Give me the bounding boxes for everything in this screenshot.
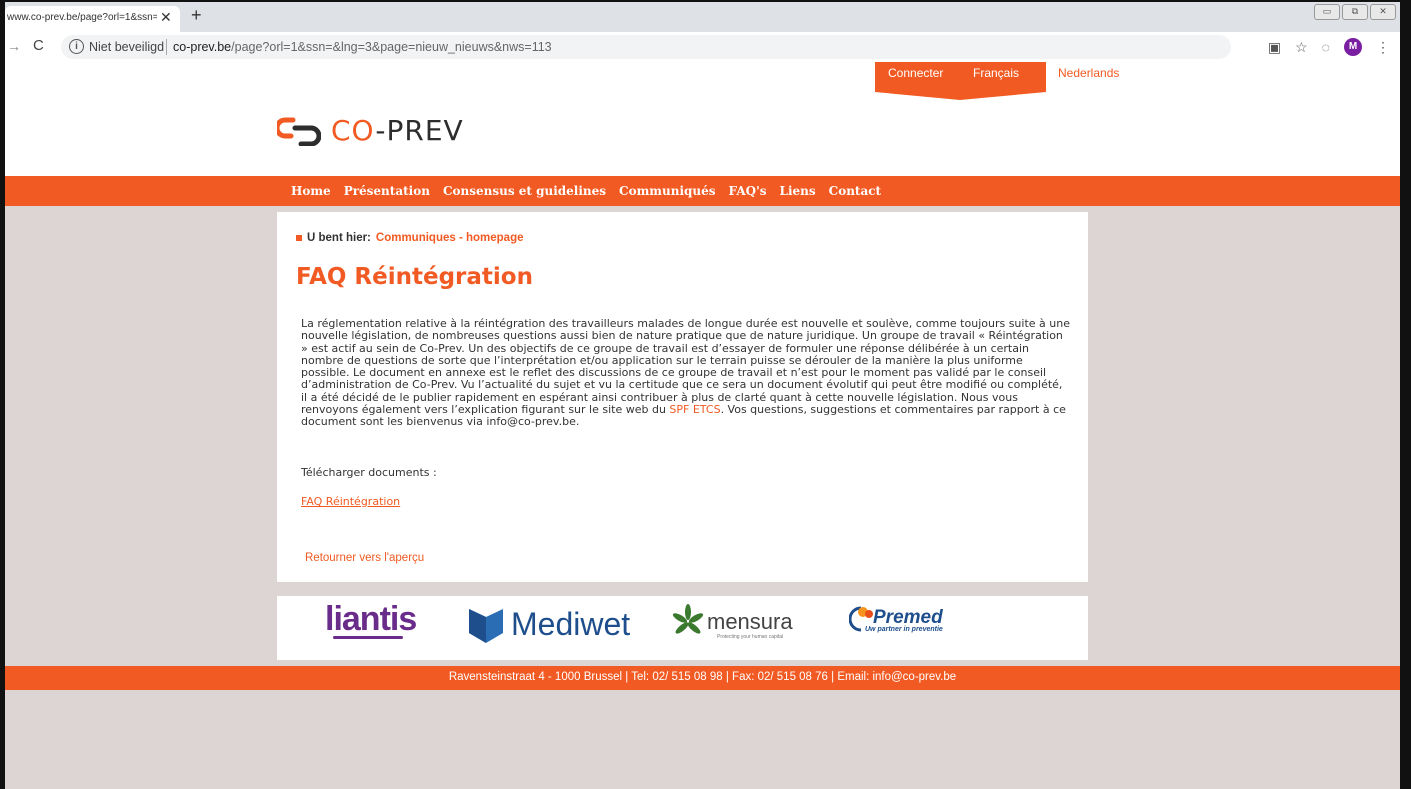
premed-tagline: Uw partner in preventie [865, 626, 943, 633]
forward-icon[interactable]: → [7, 38, 21, 54]
logo-prefix: CO [331, 114, 376, 147]
extension-icon[interactable]: ◌ [1322, 39, 1330, 55]
lang-fr-link[interactable]: Français [973, 66, 1019, 80]
mediwet-text: Mediwet [511, 606, 631, 642]
download-label: Télécharger documents : [301, 466, 437, 479]
main-nav: Home Présentation Consensus et guideline… [5, 176, 1400, 206]
url-text[interactable]: co-prev.be/page?orl=1&ssn=&lng=3&page=ni… [173, 40, 552, 54]
mediwet-logo[interactable]: Mediwet [469, 606, 630, 643]
mensura-leaf-icon [672, 604, 704, 634]
site-footer: Ravensteinstraat 4 - 1000 Brussel | Tel:… [5, 666, 1400, 690]
new-tab-icon[interactable]: + [191, 5, 202, 26]
language-tab-notch [875, 92, 1046, 100]
nav-presentation[interactable]: Présentation [344, 184, 430, 198]
security-label[interactable]: Niet beveiligd [89, 40, 164, 54]
info-icon[interactable]: i [69, 39, 84, 54]
liantis-logo[interactable]: liantis [325, 600, 417, 639]
window-frame-right [1400, 0, 1411, 789]
address-bar[interactable]: i Niet beveiligd co-prev.be/page?orl=1&s… [61, 35, 1231, 59]
profile-avatar[interactable]: M [1344, 38, 1362, 56]
paragraph-text-1: La réglementation relative à la réintégr… [301, 317, 1070, 417]
nav-contact[interactable]: Contact [829, 184, 881, 198]
menu-dots-icon[interactable]: ⋮ [1376, 39, 1390, 56]
browser-tab-bar: www.co-prev.be/page?orl=1&ssn= ✕ + ▭ ⧉ ✕ [5, 2, 1400, 32]
url-domain: co-prev.be [173, 40, 232, 54]
nav-home[interactable]: Home [291, 184, 331, 198]
window-controls: ▭ ⧉ ✕ [1314, 4, 1396, 20]
logo-suffix: -PREV [375, 114, 464, 147]
partners-strip: liantis Mediwet mensura Protecting your [277, 596, 1088, 660]
tab-title: www.co-prev.be/page?orl=1&ssn= [7, 12, 157, 23]
back-to-overview-link[interactable]: Retourner vers l'aperçu [305, 552, 424, 564]
logo-link-icon [277, 117, 321, 146]
connect-link[interactable]: Connecter [888, 66, 943, 80]
minimize-icon[interactable]: ▭ [1314, 4, 1340, 20]
nav-items: Home Présentation Consensus et guideline… [291, 184, 881, 198]
web-page: Connecter Français Nederlands CO-PREV Ho… [5, 62, 1400, 789]
page-title: FAQ Réintégration [296, 264, 533, 290]
content-panel: U bent hier: Communiques - homepage FAQ R… [277, 212, 1088, 582]
toolbar-icons: ▣ ☆ ◌ M ⋮ [1268, 38, 1390, 56]
nav-faqs[interactable]: FAQ's [729, 184, 767, 198]
bookmark-star-icon[interactable]: ☆ [1295, 39, 1308, 56]
logo-text: CO-PREV [331, 114, 464, 147]
mensura-text: mensura [707, 609, 793, 634]
site-header: Connecter Français Nederlands CO-PREV [5, 62, 1400, 176]
mediwet-shield-icon [469, 608, 503, 643]
nav-communiques[interactable]: Communiqués [619, 184, 715, 198]
liantis-underline [333, 636, 403, 639]
download-faq-link[interactable]: FAQ Réintégration [301, 495, 400, 508]
restore-icon[interactable]: ⧉ [1342, 4, 1368, 20]
breadcrumb-label: U bent hier: [307, 232, 371, 244]
footer-contact-text: Ravensteinstraat 4 - 1000 Brussel | Tel:… [448, 671, 957, 683]
breadcrumb: U bent hier: Communiques - homepage [296, 232, 524, 244]
close-window-icon[interactable]: ✕ [1370, 4, 1396, 20]
lang-nl-link[interactable]: Nederlands [1058, 66, 1119, 80]
mensura-tagline: Protecting your human capital [717, 634, 784, 640]
browser-tab[interactable]: www.co-prev.be/page?orl=1&ssn= ✕ [5, 6, 180, 32]
site-logo[interactable]: CO-PREV [277, 114, 464, 147]
translate-icon[interactable]: ▣ [1268, 39, 1281, 56]
breadcrumb-link[interactable]: Communiques - homepage [376, 232, 524, 244]
browser-toolbar: → C i Niet beveiligd co-prev.be/page?orl… [5, 32, 1400, 63]
nav-consensus[interactable]: Consensus et guidelines [443, 184, 606, 198]
address-separator [166, 39, 167, 55]
nav-liens[interactable]: Liens [780, 184, 816, 198]
spf-etcs-link[interactable]: SPF ETCS [669, 403, 720, 416]
breadcrumb-bullet-icon [296, 234, 302, 241]
intro-paragraph: La réglementation relative à la réintégr… [301, 317, 1071, 429]
close-tab-icon[interactable]: ✕ [160, 9, 172, 26]
reload-icon[interactable]: C [33, 37, 44, 54]
url-path: /page?orl=1&ssn=&lng=3&page=nieuw_nieuws… [231, 40, 552, 54]
